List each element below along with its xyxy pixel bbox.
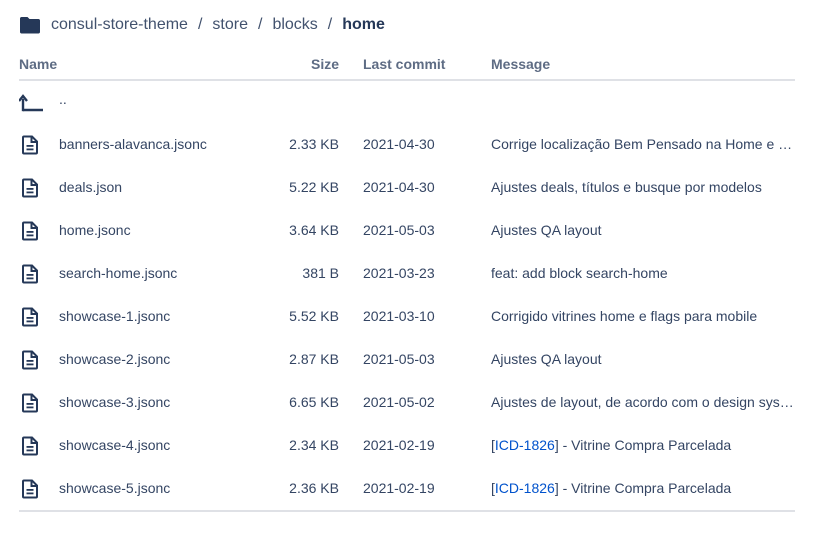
file-icon bbox=[21, 264, 41, 284]
breadcrumb-item-store[interactable]: store bbox=[212, 16, 248, 34]
commit-message[interactable]: feat: add block search-home bbox=[491, 265, 795, 281]
column-header-last-commit[interactable]: Last commit bbox=[363, 56, 445, 72]
file-name-link[interactable]: home.jsonc bbox=[59, 222, 131, 238]
breadcrumb-item-blocks[interactable]: blocks bbox=[272, 16, 317, 34]
parent-directory-icon bbox=[18, 92, 45, 114]
table-row[interactable]: search-home.jsonc 381 B 2021-03-23 feat: ad… bbox=[19, 252, 795, 295]
last-commit-date: 2021-05-02 bbox=[363, 394, 435, 410]
commit-message[interactable]: Corrige localização Bem Pensado na Home … bbox=[491, 136, 795, 152]
commit-message-text: ] - Vitrine Compra Parcelada bbox=[554, 437, 732, 453]
column-header-size[interactable]: Size bbox=[311, 56, 339, 72]
table-row[interactable]: showcase-5.jsonc 2.36 KB 2021-02-19 [ICD-18… bbox=[19, 467, 795, 510]
breadcrumb-separator: / bbox=[257, 16, 263, 33]
file-name-link[interactable]: deals.json bbox=[59, 179, 122, 195]
file-icon bbox=[21, 479, 41, 499]
commit-message[interactable]: Ajustes de layout, de acordo com o desig… bbox=[491, 394, 795, 410]
commit-message-text: ] - Vitrine Compra Parcelada bbox=[554, 480, 732, 496]
file-icon bbox=[21, 393, 41, 413]
file-size: 2.33 KB bbox=[289, 136, 339, 152]
file-icon bbox=[21, 436, 41, 456]
last-commit-date: 2021-05-03 bbox=[363, 351, 435, 367]
last-commit-date: 2021-02-19 bbox=[363, 437, 435, 453]
file-icon bbox=[21, 178, 41, 198]
file-size: 2.34 KB bbox=[289, 437, 339, 453]
breadcrumb-current: home bbox=[342, 16, 385, 33]
file-table: Name Size Last commit Message .. banners… bbox=[18, 50, 795, 512]
table-row[interactable]: home.jsonc 3.64 KB 2021-05-03 Ajustes QA la… bbox=[19, 209, 795, 252]
last-commit-date: 2021-04-30 bbox=[363, 179, 435, 195]
folder-icon bbox=[19, 16, 41, 34]
last-commit-date: 2021-04-30 bbox=[363, 136, 435, 152]
issue-link[interactable]: ICD-1826 bbox=[495, 480, 555, 496]
issue-link[interactable]: ICD-1826 bbox=[495, 437, 555, 453]
file-size: 5.52 KB bbox=[289, 308, 339, 324]
file-size: 381 B bbox=[302, 265, 339, 281]
file-size: 3.64 KB bbox=[289, 222, 339, 238]
commit-message[interactable]: Ajustes QA layout bbox=[491, 351, 795, 367]
file-icon bbox=[21, 221, 41, 241]
file-size: 2.36 KB bbox=[289, 480, 339, 496]
file-icon bbox=[21, 350, 41, 370]
file-size: 5.22 KB bbox=[289, 179, 339, 195]
file-icon bbox=[21, 307, 41, 327]
parent-directory-link[interactable]: .. bbox=[59, 91, 67, 107]
column-header-name[interactable]: Name bbox=[19, 56, 57, 72]
last-commit-date: 2021-03-10 bbox=[363, 308, 435, 324]
table-row[interactable]: showcase-1.jsonc 5.52 KB 2021-03-10 Corrigi… bbox=[19, 295, 795, 338]
column-header-message[interactable]: Message bbox=[491, 56, 550, 72]
table-header: Name Size Last commit Message bbox=[19, 50, 795, 81]
file-name-link[interactable]: banners-alavanca.jsonc bbox=[59, 136, 207, 152]
breadcrumb-separator: / bbox=[197, 16, 203, 33]
table-row[interactable]: showcase-4.jsonc 2.34 KB 2021-02-19 [ICD-18… bbox=[19, 424, 795, 467]
breadcrumb-item-repo[interactable]: consul-store-theme bbox=[51, 16, 188, 34]
file-name-link[interactable]: showcase-5.jsonc bbox=[59, 480, 170, 496]
table-row[interactable]: deals.json 5.22 KB 2021-04-30 Ajustes deals… bbox=[19, 166, 795, 209]
file-icon bbox=[21, 135, 41, 155]
file-name-link[interactable]: showcase-1.jsonc bbox=[59, 308, 170, 324]
table-row[interactable]: showcase-2.jsonc 2.87 KB 2021-05-03 Ajustes… bbox=[19, 338, 795, 381]
commit-message[interactable]: Ajustes QA layout bbox=[491, 222, 795, 238]
commit-message[interactable]: [ICD-1826] - Vitrine Compra Parcelada bbox=[491, 480, 795, 496]
file-size: 2.87 KB bbox=[289, 351, 339, 367]
last-commit-date: 2021-05-03 bbox=[363, 222, 435, 238]
file-name-link[interactable]: showcase-2.jsonc bbox=[59, 351, 170, 367]
breadcrumb-separator: / bbox=[327, 16, 333, 33]
file-size: 6.65 KB bbox=[289, 394, 339, 410]
commit-message[interactable]: [ICD-1826] - Vitrine Compra Parcelada bbox=[491, 437, 795, 453]
file-name-link[interactable]: showcase-4.jsonc bbox=[59, 437, 170, 453]
last-commit-date: 2021-03-23 bbox=[363, 265, 435, 281]
table-bottom-border bbox=[19, 510, 795, 512]
table-row[interactable]: banners-alavanca.jsonc 2.33 KB 2021-04-30 C… bbox=[19, 123, 795, 166]
parent-directory-row[interactable]: .. bbox=[18, 81, 795, 123]
file-name-link[interactable]: search-home.jsonc bbox=[59, 265, 177, 281]
commit-message[interactable]: Ajustes deals, títulos e busque por mode… bbox=[491, 179, 795, 195]
commit-message[interactable]: Corrigido vitrines home e flags para mob… bbox=[491, 308, 795, 324]
breadcrumb: consul-store-theme / store / blocks / ho… bbox=[19, 13, 385, 37]
last-commit-date: 2021-02-19 bbox=[363, 480, 435, 496]
file-name-link[interactable]: showcase-3.jsonc bbox=[59, 394, 170, 410]
table-row[interactable]: showcase-3.jsonc 6.65 KB 2021-05-02 Ajustes… bbox=[19, 381, 795, 424]
